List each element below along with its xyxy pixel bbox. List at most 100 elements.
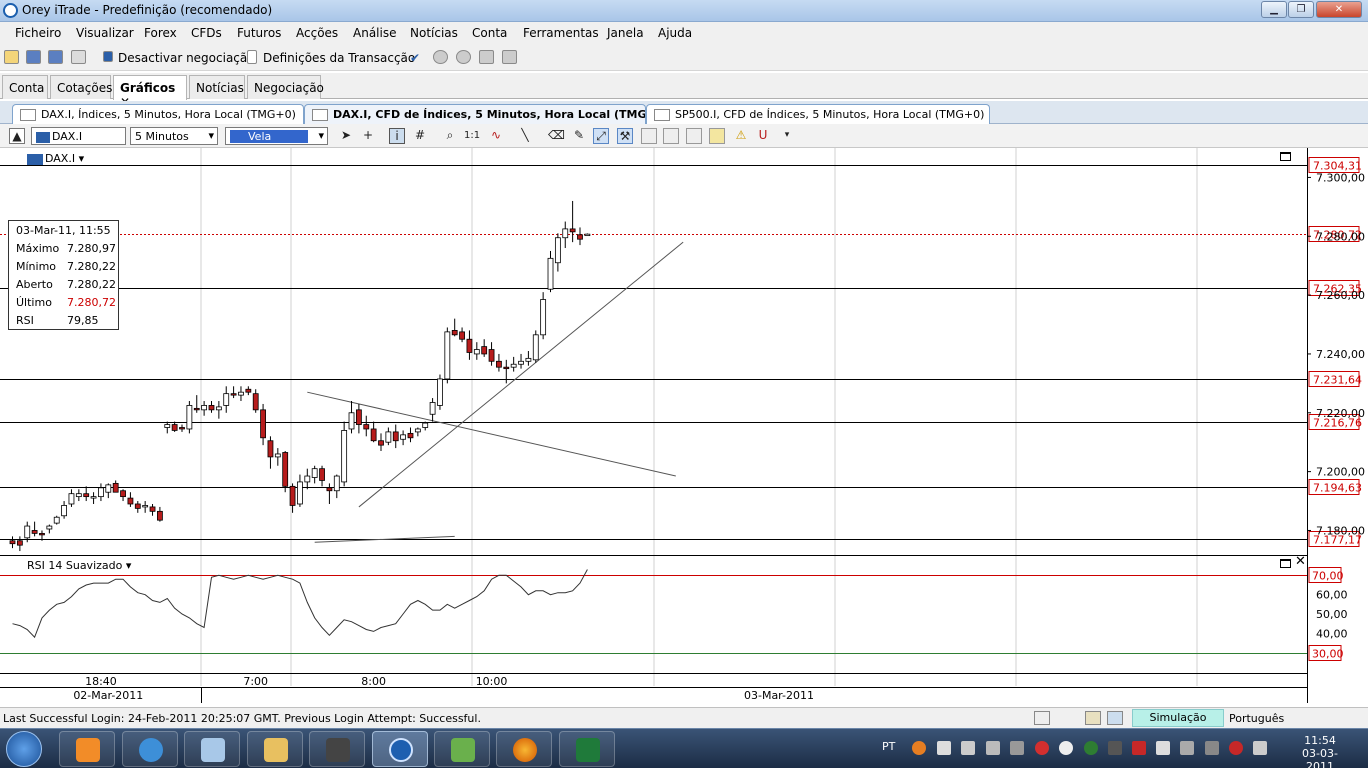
volume-icon[interactable] [1010, 741, 1024, 755]
close-pane-icon[interactable]: ✕ [1295, 554, 1306, 569]
draw-tool-icon[interactable]: ⚒ [617, 128, 633, 144]
ratio-icon[interactable]: 1:1 [464, 128, 480, 144]
menu-janela[interactable]: Janela [607, 26, 644, 40]
interval-select[interactable]: 5 Minutos ▾ [130, 127, 218, 145]
menu-ferramentas[interactable]: Ferramentas [523, 26, 599, 40]
cursor-arrow-icon[interactable]: ➤ [338, 128, 354, 144]
deactivate-trading-icon [103, 51, 113, 62]
menu-futuros[interactable]: Futuros [237, 26, 281, 40]
maximize-pane-icon[interactable] [1280, 152, 1291, 161]
user-icon[interactable] [1085, 711, 1101, 725]
menu-accoes[interactable]: Acções [296, 26, 338, 40]
taskbar-notes[interactable] [184, 731, 240, 767]
taskbar-clock[interactable]: 11:54 03-03-2011 [1294, 734, 1346, 773]
info-icon[interactable]: i [389, 128, 405, 144]
transaction-settings-button[interactable]: Definições da Transacção [263, 51, 415, 65]
zoom-icon[interactable]: ⌕ [442, 128, 458, 144]
network-icon[interactable] [1034, 711, 1050, 725]
price-chart[interactable]: 7.304,317.262,357.231,647.216,767.194,63… [0, 148, 1368, 704]
tray-app-icon[interactable] [912, 741, 926, 755]
menu-forex[interactable]: Forex [144, 26, 177, 40]
close-button[interactable]: ✕ [1316, 1, 1362, 18]
menu-cfds[interactable]: CFDs [191, 26, 222, 40]
menu-ajuda[interactable]: Ajuda [658, 26, 692, 40]
save-as-icon[interactable] [48, 50, 63, 64]
tray-app-icon[interactable] [1108, 741, 1122, 755]
menu-analise[interactable]: Análise [353, 26, 396, 40]
taskbar-movie-maker[interactable] [309, 731, 365, 767]
maximize-pane-icon[interactable] [1280, 559, 1291, 568]
save-icon[interactable] [26, 50, 41, 64]
menu-visualizar[interactable]: Visualizar [76, 26, 134, 40]
menu-conta[interactable]: Conta [472, 26, 507, 40]
connection-icon[interactable] [1107, 711, 1123, 725]
study-icon-4[interactable] [709, 128, 725, 144]
taskbar-firefox[interactable] [496, 731, 552, 767]
tray-app-icon[interactable] [1035, 741, 1049, 755]
tray-app-icon[interactable] [986, 741, 1000, 755]
tray-app-icon[interactable] [1084, 741, 1098, 755]
symbol-input[interactable]: DAX.I [31, 127, 126, 145]
forward-icon[interactable] [456, 50, 471, 64]
tray-app-icon[interactable] [1229, 741, 1243, 755]
magnet-icon[interactable]: U [755, 128, 771, 144]
menu-noticias[interactable]: Notícias [410, 26, 458, 40]
draw-line-icon[interactable]: ⤢ [593, 128, 609, 144]
chart-area[interactable]: 7.304,31 7.262,35 7.231,64 7.216,76 7.194,63… [0, 148, 1368, 704]
tray-app-icon[interactable] [1253, 741, 1267, 755]
taskbar-media-player[interactable] [59, 731, 115, 767]
minimize-button[interactable]: ▁ [1261, 1, 1287, 18]
paint-icon[interactable]: ✎ [571, 128, 587, 144]
maximize-button[interactable]: ❐ [1288, 1, 1314, 18]
menu-ficheiro[interactable]: Ficheiro [15, 26, 61, 40]
tab-negociacao[interactable]: Negociação [247, 75, 324, 99]
trendline-icon[interactable]: ╲ [517, 128, 533, 144]
study-icon-3[interactable] [686, 128, 702, 144]
chart-tab-dax-cfd[interactable]: DAX.I, CFD de Índices, 5 Minutos, Hora L… [304, 104, 646, 124]
network-signal-icon[interactable] [1205, 741, 1219, 755]
tray-app-icon[interactable] [1059, 741, 1073, 755]
taskbar-internet-explorer[interactable] [122, 731, 178, 767]
tray-app-icon[interactable] [1132, 741, 1146, 755]
info-label-aberto: Aberto [16, 278, 53, 291]
open-folder-icon[interactable] [4, 50, 19, 64]
grid-icon[interactable]: # [412, 128, 428, 144]
taskbar-explorer[interactable] [247, 731, 303, 767]
crosshair-icon[interactable]: + [360, 128, 376, 144]
study-icon-2[interactable] [663, 128, 679, 144]
tab-cotacoes[interactable]: Cotações [50, 75, 112, 99]
chart-style-select[interactable]: Vela ▾ [225, 127, 328, 145]
tray-app-icon[interactable] [1156, 741, 1170, 755]
y-tick-label: 7.200,00 [1316, 466, 1365, 479]
simulation-mode-badge[interactable]: Simulação [1132, 709, 1224, 727]
checkmark-icon[interactable]: ✔ [410, 51, 420, 65]
tab-conta[interactable]: Conta [2, 75, 48, 99]
print-icon[interactable] [71, 50, 86, 64]
deactivate-trading-button[interactable]: Desactivar negociação [118, 51, 255, 65]
eraser-icon[interactable]: ⌫ [548, 128, 565, 144]
taskbar-messenger[interactable] [434, 731, 490, 767]
candle-body [304, 475, 311, 483]
chart-tab-sp500[interactable]: SP500.I, CFD de Índices, 5 Minutos, Hora… [646, 104, 990, 124]
tray-app-icon[interactable] [1180, 741, 1194, 755]
taskbar-orey-itrade[interactable] [372, 731, 428, 767]
instrument-label[interactable]: DAX.I ▾ [27, 152, 84, 165]
collapse-up-icon[interactable]: ▲ [9, 128, 25, 144]
refresh-icon[interactable] [502, 50, 517, 64]
more-tools-icon[interactable]: ▾ [779, 128, 795, 144]
language-indicator[interactable]: Português [1229, 712, 1284, 725]
indicator-label[interactable]: RSI 14 Suavizado ▾ [27, 559, 131, 572]
tab-graficos[interactable]: Gráficos ✕ [113, 75, 187, 109]
chart-tab-dax-indices[interactable]: DAX.I, Índices, 5 Minutos, Hora Local (T… [12, 104, 304, 124]
taskbar-excel[interactable] [559, 731, 615, 767]
input-language-indicator[interactable]: PT [882, 740, 895, 753]
back-icon[interactable] [433, 50, 448, 64]
home-icon[interactable] [479, 50, 494, 64]
tray-app-icon[interactable] [937, 741, 951, 755]
start-button[interactable] [6, 731, 42, 767]
tab-noticias[interactable]: Notícias [189, 75, 245, 99]
indicator-icon[interactable]: ∿ [488, 128, 504, 144]
tray-app-icon[interactable] [961, 741, 975, 755]
study-icon-1[interactable] [641, 128, 657, 144]
alert-icon[interactable]: ⚠ [733, 128, 749, 144]
